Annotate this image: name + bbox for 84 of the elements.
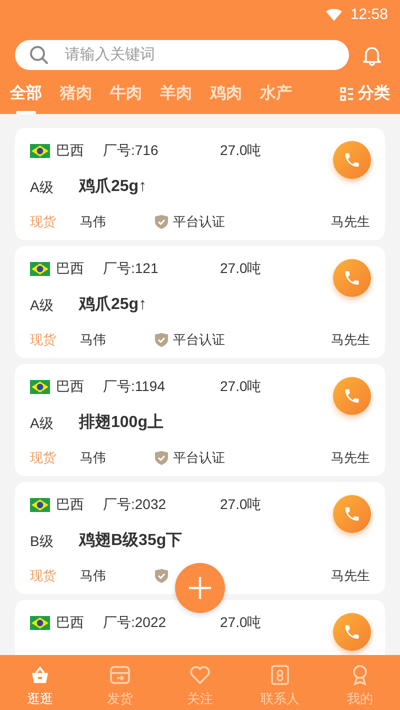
category-button[interactable]: 分类 <box>340 82 390 114</box>
grade-label: A级 <box>30 414 54 432</box>
grade-label: A级 <box>30 296 54 314</box>
product-name: 鸡爪25g↑ <box>79 176 147 197</box>
box-icon <box>108 663 132 687</box>
weight-label: 27.0吨 <box>220 259 262 278</box>
plus-icon <box>188 576 212 600</box>
weight-label: 27.0吨 <box>220 377 262 396</box>
phone-icon <box>343 387 361 405</box>
nav-tab[interactable]: 关注 <box>160 655 240 710</box>
call-button[interactable] <box>333 377 371 415</box>
listing-card[interactable]: 巴西 厂号:2032 27.0吨 B级 鸡翅B级35g下 现货 马伟 马先生 <box>15 482 385 594</box>
contact-name: 马先生 <box>331 449 370 467</box>
product-name: 鸡爪25g↑ <box>79 294 147 315</box>
product-name: 鸡翅B级35g下 <box>79 530 182 551</box>
factory-number: 厂号:716 <box>103 141 160 160</box>
call-button[interactable] <box>333 495 371 533</box>
contact-name: 马先生 <box>331 567 370 585</box>
country-label: 巴西 <box>56 613 85 632</box>
phone-icon <box>343 151 361 169</box>
seller-name: 马伟 <box>80 567 107 585</box>
certification-label: 平台认证 <box>173 213 225 231</box>
listing-card[interactable]: 巴西 厂号:2022 27.0吨 <box>15 600 385 655</box>
nav-tab[interactable]: 发货 <box>80 655 160 710</box>
flag-icon <box>30 380 50 394</box>
call-button[interactable] <box>333 613 371 651</box>
factory-number: 厂号:2032 <box>103 495 168 514</box>
country-label: 巴西 <box>56 495 85 514</box>
flag-icon <box>30 144 50 158</box>
category-tab[interactable]: 鸡肉 <box>210 82 242 114</box>
status-time: 12:58 <box>350 4 388 25</box>
certification-label: 平台认证 <box>173 331 225 349</box>
nav-tab[interactable]: 逛逛 <box>0 655 80 710</box>
category-tab[interactable]: 水产 <box>260 82 292 114</box>
contact-name: 马先生 <box>331 213 370 231</box>
wifi-icon <box>326 9 342 21</box>
factory-number: 厂号:121 <box>103 259 160 278</box>
seller-name: 马伟 <box>80 331 107 349</box>
contact-name: 马先生 <box>331 331 370 349</box>
stock-status: 现货 <box>30 331 57 349</box>
factory-number: 厂号:2022 <box>103 613 168 632</box>
product-name: 排翅100g上 <box>79 412 164 433</box>
category-tab[interactable]: 猪肉 <box>60 82 92 114</box>
heart-icon <box>188 663 212 687</box>
certification-label: 平台认证 <box>173 449 225 467</box>
call-button[interactable] <box>333 259 371 297</box>
search-field[interactable]: 请输入关键词 <box>15 40 349 70</box>
phone-icon <box>343 623 361 641</box>
grade-label: A级 <box>30 178 54 196</box>
country-label: 巴西 <box>56 377 85 396</box>
shield-icon <box>155 568 168 583</box>
seller-name: 马伟 <box>80 213 107 231</box>
search-icon <box>29 45 49 65</box>
flag-icon <box>30 262 50 276</box>
phone-icon <box>343 269 361 287</box>
country-label: 巴西 <box>56 141 85 160</box>
category-tab[interactable]: 牛肉 <box>110 82 142 114</box>
flag-icon <box>30 498 50 512</box>
category-tab[interactable]: 羊肉 <box>160 82 192 114</box>
stock-status: 现货 <box>30 567 57 585</box>
stock-status: 现货 <box>30 213 57 231</box>
grid-icon <box>340 87 354 101</box>
contacts-icon <box>268 663 292 687</box>
weight-label: 27.0吨 <box>220 495 262 514</box>
bell-icon[interactable] <box>361 44 383 66</box>
listing-card[interactable]: 巴西 厂号:1194 27.0吨 A级 排翅100g上 现货 马伟 平台认证 马先生 <box>15 364 385 476</box>
stock-status: 现货 <box>30 449 57 467</box>
shield-icon <box>155 214 168 229</box>
nav-tab[interactable]: 联系人 <box>240 655 320 710</box>
listing-card[interactable]: 巴西 厂号:716 27.0吨 A级 鸡爪25g↑ 现货 马伟 平台认证 马先生 <box>15 128 385 240</box>
weight-label: 27.0吨 <box>220 613 262 632</box>
weight-label: 27.0吨 <box>220 141 262 160</box>
grade-label: B级 <box>30 532 54 550</box>
shield-icon <box>155 450 168 465</box>
listing-card[interactable]: 巴西 厂号:121 27.0吨 A级 鸡爪25g↑ 现货 马伟 平台认证 马先生 <box>15 246 385 358</box>
shield-icon <box>155 332 168 347</box>
country-label: 巴西 <box>56 259 85 278</box>
factory-number: 厂号:1194 <box>103 377 166 396</box>
call-button[interactable] <box>333 141 371 179</box>
seller-name: 马伟 <box>80 449 107 467</box>
category-tab[interactable]: 全部 <box>10 82 42 114</box>
nav-tab[interactable]: 我的 <box>320 655 400 710</box>
phone-icon <box>343 505 361 523</box>
flag-icon <box>30 616 50 630</box>
